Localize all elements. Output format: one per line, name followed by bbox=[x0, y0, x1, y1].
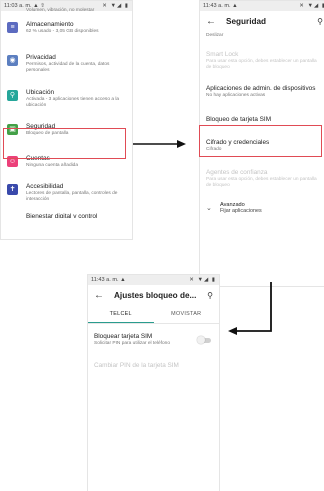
chevron-down-icon: ⌄ bbox=[206, 205, 212, 212]
page-title: Ajustes bloqueo de... bbox=[114, 290, 197, 300]
toolbar: ← Seguridad ⚲ bbox=[200, 11, 324, 31]
row-advanced[interactable]: ⌄ Avanzado Fijar aplicaciones bbox=[200, 197, 324, 227]
item-subtitle: Ninguna cuenta añadida bbox=[26, 163, 79, 168]
settings-item-privacy[interactable]: ◉ Privacidad Permisos, actividad de la cu… bbox=[1, 49, 132, 84]
row-title: Aplicaciones de admin. de dispositivos bbox=[206, 85, 316, 92]
item-subtitle: Permisos, actividad de la cuenta, datos … bbox=[26, 62, 110, 73]
settings-screen: 11:03 a. m. ▲ ⇧ ✕ ▼◢ ▮ Volumen, vibració… bbox=[0, 0, 133, 240]
row-subtitle: Solicitar PIN para utilizar el teléfono bbox=[94, 341, 170, 346]
toolbar: ← Ajustes bloqueo de... ⚲ bbox=[88, 285, 219, 305]
settings-item-storage[interactable]: ≡ Almacenamiento 62 % usado - 3,05 GB dis… bbox=[1, 16, 132, 49]
status-left-icons: ▲ bbox=[232, 3, 238, 9]
toggle-knob bbox=[197, 336, 205, 344]
tab-telcel[interactable]: TELCEL bbox=[88, 305, 154, 323]
row-title: Bloqueo de tarjeta SIM bbox=[206, 116, 272, 123]
status-time: 11:43 a. m. bbox=[203, 3, 231, 9]
row-title: Agentes de confianza bbox=[206, 169, 268, 176]
page-title: Seguridad bbox=[226, 16, 267, 26]
item-title: Accesibilidad bbox=[26, 183, 64, 190]
cut-off-digital-wellbeing: Bienestar digital y control bbox=[26, 213, 98, 218]
status-right-icons: ✕ ▼◢ ▮ bbox=[189, 277, 216, 283]
row-subtitle: No hay aplicaciones activas bbox=[206, 93, 266, 98]
tab-movistar[interactable]: MOVISTAR bbox=[154, 305, 220, 323]
item-subtitle: Activada - 3 aplicaciones tienen acceso … bbox=[26, 97, 120, 108]
row-subtitle: Para usar esta opción, debes establecer … bbox=[206, 59, 317, 70]
status-right-icons: ✕ ▼◢ ▮ bbox=[102, 3, 129, 9]
status-time: 11:43 a. m. bbox=[91, 277, 119, 283]
settings-item-accessibility[interactable]: ✝ Accesibilidad Lectores de pantalla, pan… bbox=[1, 178, 132, 212]
item-title: Privacidad bbox=[26, 54, 56, 61]
accessibility-icon: ✝ bbox=[7, 184, 18, 195]
search-icon[interactable]: ⚲ bbox=[207, 291, 213, 300]
row-title: Cambiar PIN de la tarjeta SIM bbox=[94, 362, 179, 369]
item-title: Ubicación bbox=[26, 89, 55, 96]
row-change-pin: Cambiar PIN de la tarjeta SIM bbox=[88, 354, 219, 375]
row-lock-sim[interactable]: Bloquear tarjeta SIM Solicitar PIN para … bbox=[88, 324, 219, 354]
row-device-admin-apps[interactable]: Aplicaciones de admin. de dispositivos N… bbox=[200, 78, 324, 106]
arrow-down-left-icon bbox=[228, 282, 272, 335]
row-title: Smart Lock bbox=[206, 51, 239, 58]
status-bar: 11:43 a. m. ▲ ✕ ▼◢ ▮ bbox=[200, 1, 324, 11]
status-left-icons: ▲ bbox=[120, 277, 126, 283]
storage-icon: ≡ bbox=[7, 22, 18, 33]
item-subtitle: Lectores de pantalla, pantalla, controle… bbox=[26, 191, 118, 202]
highlight-sim-lock-row bbox=[199, 125, 322, 157]
location-icon: ⚲ bbox=[7, 90, 18, 101]
settings-item-location[interactable]: ⚲ Ubicación Activada - 3 aplicaciones tie… bbox=[1, 84, 132, 118]
row-trust-agents[interactable]: Agentes de confianza Para usar esta opci… bbox=[200, 164, 324, 197]
row-smart-lock[interactable]: Smart Lock Para usar esta opción, debes … bbox=[200, 43, 324, 78]
sim-tabs: TELCEL MOVISTAR bbox=[88, 305, 219, 324]
cut-off-swipe-text: Deslizar bbox=[206, 33, 224, 38]
row-title: Bloquear tarjeta SIM bbox=[94, 333, 153, 340]
arrow-right-icon bbox=[133, 140, 186, 148]
item-title: Almacenamiento bbox=[26, 21, 74, 28]
status-right-icons: ✕ ▼◢ ▮ bbox=[299, 3, 324, 9]
back-arrow-icon[interactable]: ← bbox=[206, 16, 216, 27]
cut-off-sound-subtitle: Volumen, vibración, no molestar bbox=[26, 8, 95, 13]
status-bar: 11:43 a. m. ▲ ✕ ▼◢ ▮ bbox=[88, 275, 219, 285]
privacy-icon: ◉ bbox=[7, 55, 18, 66]
search-icon[interactable]: ⚲ bbox=[317, 17, 323, 26]
lock-sim-toggle[interactable] bbox=[197, 336, 211, 344]
highlight-security-item bbox=[3, 128, 126, 159]
item-subtitle: 62 % usado - 3,05 GB disponibles bbox=[26, 29, 99, 34]
back-arrow-icon[interactable]: ← bbox=[94, 290, 104, 301]
row-subtitle: Fijar aplicaciones bbox=[220, 208, 262, 214]
row-subtitle: Para usar esta opción, debes establecer … bbox=[206, 177, 317, 188]
sim-lock-settings-screen: 11:43 a. m. ▲ ✕ ▼◢ ▮ ← Ajustes bloqueo d… bbox=[87, 274, 220, 491]
